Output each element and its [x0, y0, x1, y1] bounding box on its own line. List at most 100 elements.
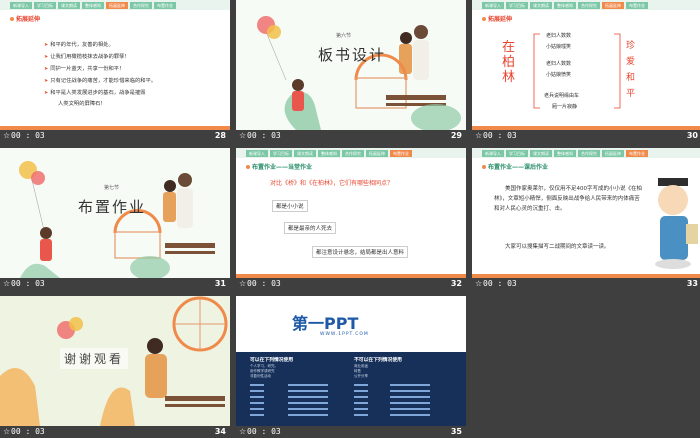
question: 对比《桥》和《在柏林》，它们有哪些相同点？ [270, 180, 394, 187]
nav-item: 合作探究 [130, 1, 152, 9]
slide-28-nav: 新课导入 学习目标 课文朗读 整体感知 拓展延伸 合作探究 布置作业 [0, 0, 230, 10]
slide-title: 布置作业 [78, 198, 147, 216]
slide-timing: 00 : 03 [247, 279, 281, 288]
slide-title: 布置作业——当堂作业 [246, 162, 312, 171]
star-icon: ☆ [3, 131, 11, 140]
bullet: 只有记住战争的痛苦，才能珍惜来临的和平。 [44, 76, 156, 84]
board-line: 老妇人数数 [546, 61, 572, 67]
board-line: 老妇人数数 [546, 33, 572, 39]
section-label: 第六节 [336, 33, 352, 39]
slide-title: 拓展延伸 [10, 14, 40, 23]
slide-timing: 00 : 03 [11, 427, 45, 436]
nav-item: 整体感知 [82, 1, 104, 9]
nav-item: 合作探究 [578, 149, 600, 157]
slide-thumb-30[interactable]: 新课导入 学习目标 课文朗读 整体感知 合作探究 拓展延伸 布置作业 拓展延伸 … [472, 0, 700, 142]
slide-32-meta: ☆ 00 : 03 32 [236, 278, 466, 290]
usage-item: 公开分享 [354, 374, 368, 378]
slide-32-nav: 新课导入 学习目标 课文朗读 整体感知 合作探究 拓展延伸 布置作业 [236, 148, 466, 158]
star-icon: ☆ [239, 131, 247, 140]
slide-33-nav: 新课导入 学习目标 课文朗读 整体感知 合作探究 拓展延伸 布置作业 [472, 148, 700, 158]
slide-number: 29 [450, 131, 462, 140]
link-list [250, 384, 430, 416]
nav-item: 拓展延伸 [366, 149, 388, 157]
section-label: 第七节 [104, 185, 120, 191]
slide-thumb-31[interactable]: 第七节 布置作业 ☆ 00 : 03 31 [0, 148, 230, 290]
slide-number: 30 [686, 131, 698, 140]
slide-30-canvas: 新课导入 学习目标 课文朗读 整体感知 合作探究 拓展延伸 布置作业 拓展延伸 … [472, 0, 700, 130]
nav-item: 整体感知 [318, 149, 340, 157]
usage-item: 非盈利性活动 [250, 374, 271, 378]
nav-item: 新课导入 [10, 1, 32, 9]
slide-timing: 00 : 03 [247, 131, 281, 140]
usage-panel: 可以在下列情况使用 不可以在下列情况使用 个人学习、研究。 用作教学或研究 非盈… [236, 352, 466, 426]
slide-number: 34 [214, 427, 226, 436]
nav-item: 合作探究 [342, 149, 364, 157]
slide-number: 28 [214, 131, 226, 140]
nav-item: 学习目标 [270, 149, 292, 157]
slide-32-canvas: 新课导入 学习目标 课文朗读 整体感知 合作探究 拓展延伸 布置作业 布置作业—… [236, 148, 466, 278]
slide-title: 布置作业——课后作业 [482, 162, 548, 171]
scholar-illustration [655, 178, 698, 269]
slide-30-meta: ☆ 00 : 03 30 [472, 130, 700, 142]
slide-35-meta: ☆ 00 : 03 35 [236, 426, 466, 438]
nav-item-active: 布置作业 [626, 149, 648, 157]
usage-allowed-title: 可以在下列情况使用 [250, 358, 294, 363]
slide-thumb-32[interactable]: 新课导入 学习目标 课文朗读 整体感知 合作探究 拓展延伸 布置作业 布置作业—… [236, 148, 466, 290]
board-line: 小姑娘愤笑 [546, 72, 572, 78]
nav-item: 布置作业 [154, 1, 176, 9]
slide-timing: 00 : 03 [483, 279, 517, 288]
board-line: 小姑娘嗤笑 [546, 44, 572, 50]
brand-area: 第一PPT WWW.1PPT.COM [236, 296, 466, 352]
slide-28-meta: ☆ 00 : 03 28 [0, 130, 230, 142]
slide-29-canvas: 第六节 板书设计 [236, 0, 466, 130]
slide-thumb-34[interactable]: 谢谢观看 ☆ 00 : 03 34 [0, 296, 230, 438]
slide-number: 33 [686, 279, 698, 288]
bullet: 和平的年代，友善的相处。 [44, 40, 114, 48]
answer: 都是最亲的人死去 [284, 222, 337, 234]
slide-timing: 00 : 03 [11, 131, 45, 140]
slide-number: 32 [450, 279, 462, 288]
slide-title: 谢谢观看 [60, 348, 129, 369]
slide-number: 35 [450, 427, 462, 436]
nav-item: 拓展延伸 [602, 149, 624, 157]
slide-thumb-35[interactable]: 第一PPT WWW.1PPT.COM 可以在下列情况使用 不可以在下列情况使用 … [236, 296, 466, 438]
slide-34-canvas: 谢谢观看 [0, 296, 230, 426]
brand-logo: 第一PPT [292, 314, 359, 333]
usage-forbidden-title: 不可以在下列情况使用 [354, 358, 402, 363]
nav-item: 学习目标 [34, 1, 56, 9]
nav-item: 课文朗读 [58, 1, 80, 9]
star-icon: ☆ [475, 279, 483, 288]
answer: 都是小小说 [272, 200, 308, 212]
slide-28-canvas: 新课导入 学习目标 课文朗读 整体感知 拓展延伸 合作探究 布置作业 拓展延伸 … [0, 0, 230, 130]
illustration [257, 16, 461, 130]
slide-thumb-29[interactable]: 第六节 板书设计 ☆ 00 : 03 29 [236, 0, 466, 142]
nav-item-active: 布置作业 [390, 149, 412, 157]
answer: 都注意设计悬念，结局都是出人意料 [312, 246, 409, 258]
bullet: 让我们用橄榄枝抹去战争的罪孽！ [44, 52, 129, 60]
board-line: 老兵说明缘由车 [544, 93, 580, 99]
slide-29-meta: ☆ 00 : 03 29 [236, 130, 466, 142]
nav-item-active: 拓展延伸 [106, 1, 128, 9]
nav-item: 新课导入 [246, 149, 268, 157]
star-icon: ☆ [3, 279, 11, 288]
bullet: 同护一片蓝天，共享一份和平！ [44, 64, 124, 72]
slide-31-canvas: 第七节 布置作业 [0, 148, 230, 278]
slide-thumb-33[interactable]: 新课导入 学习目标 课文朗读 整体感知 合作探究 拓展延伸 布置作业 布置作业—… [472, 148, 700, 290]
slide-31-meta: ☆ 00 : 03 31 [0, 278, 230, 290]
paragraph: 美国作家奥莱尔，仅仅用不足400字写成的小小说《在柏林》，文章短小精悍，侧面反映… [494, 186, 642, 212]
paragraph: 大家可以搜集描写二战期间的文章读一读。 [505, 244, 610, 250]
slide-34-meta: ☆ 00 : 03 34 [0, 426, 230, 438]
slide-timing: 00 : 03 [247, 427, 281, 436]
brand-url: WWW.1PPT.COM [320, 332, 369, 337]
slide-title: 板书设计 [318, 46, 387, 64]
star-icon: ☆ [475, 131, 483, 140]
right-keyword: 珍爱和平 [626, 41, 636, 99]
slide-number: 31 [214, 279, 226, 288]
nav-item: 课文朗读 [294, 149, 316, 157]
slide-33-meta: ☆ 00 : 03 33 [472, 278, 700, 290]
bullet: 和平是人类发展进步的基石，战争是摧毁 [44, 88, 145, 96]
slide-thumb-28[interactable]: 新课导入 学习目标 课文朗读 整体感知 拓展延伸 合作探究 布置作业 拓展延伸 … [0, 0, 230, 142]
slide-timing: 00 : 03 [483, 131, 517, 140]
bracket-lines [533, 33, 621, 109]
board-line: 厢一片寂静 [552, 104, 578, 110]
